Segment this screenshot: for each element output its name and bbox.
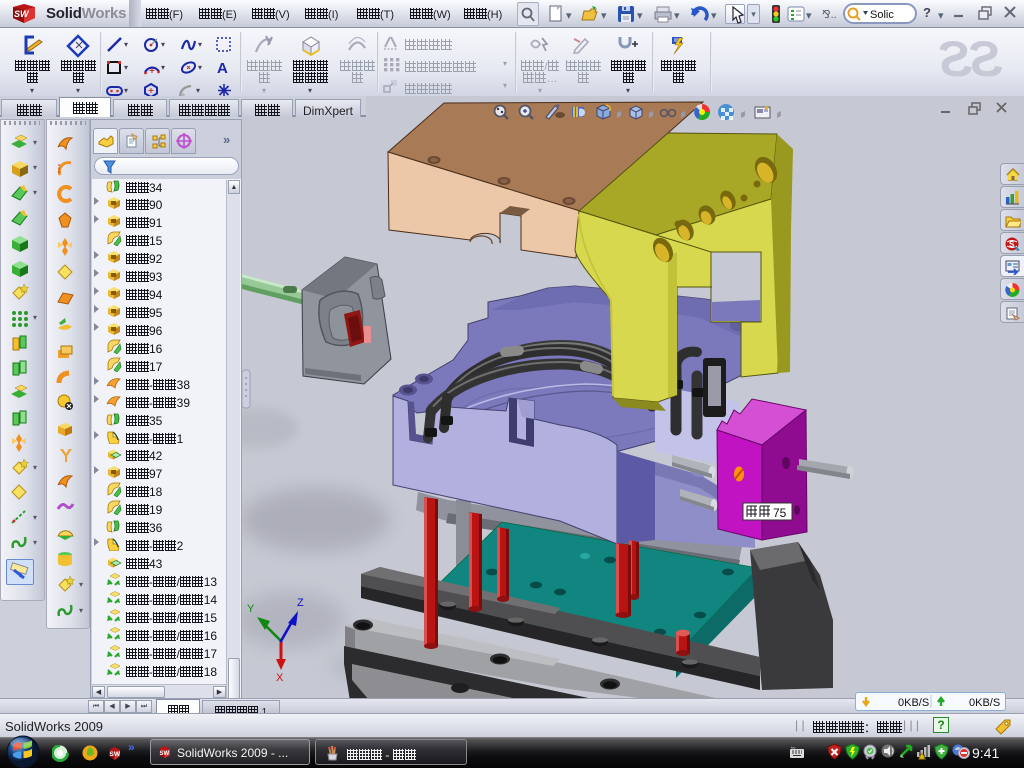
svg-text:key: key [791,746,796,750]
svg-text:Z: Z [297,597,304,609]
svg-text:SW: SW [160,751,170,757]
svg-text:Y: Y [247,603,255,615]
svg-text:!: ! [924,755,925,761]
svg-text:0KB/S: 0KB/S [969,697,1000,709]
svg-text:SW: SW [14,9,30,19]
svg-text:SW: SW [110,751,121,758]
svg-text:Solic: Solic [870,9,894,21]
svg-text:S: S [1009,240,1015,249]
svg-text:75: 75 [773,506,787,520]
svg-text:A: A [217,60,228,76]
svg-text:X: X [276,672,284,684]
svg-text:0KB/S: 0KB/S [898,697,929,709]
